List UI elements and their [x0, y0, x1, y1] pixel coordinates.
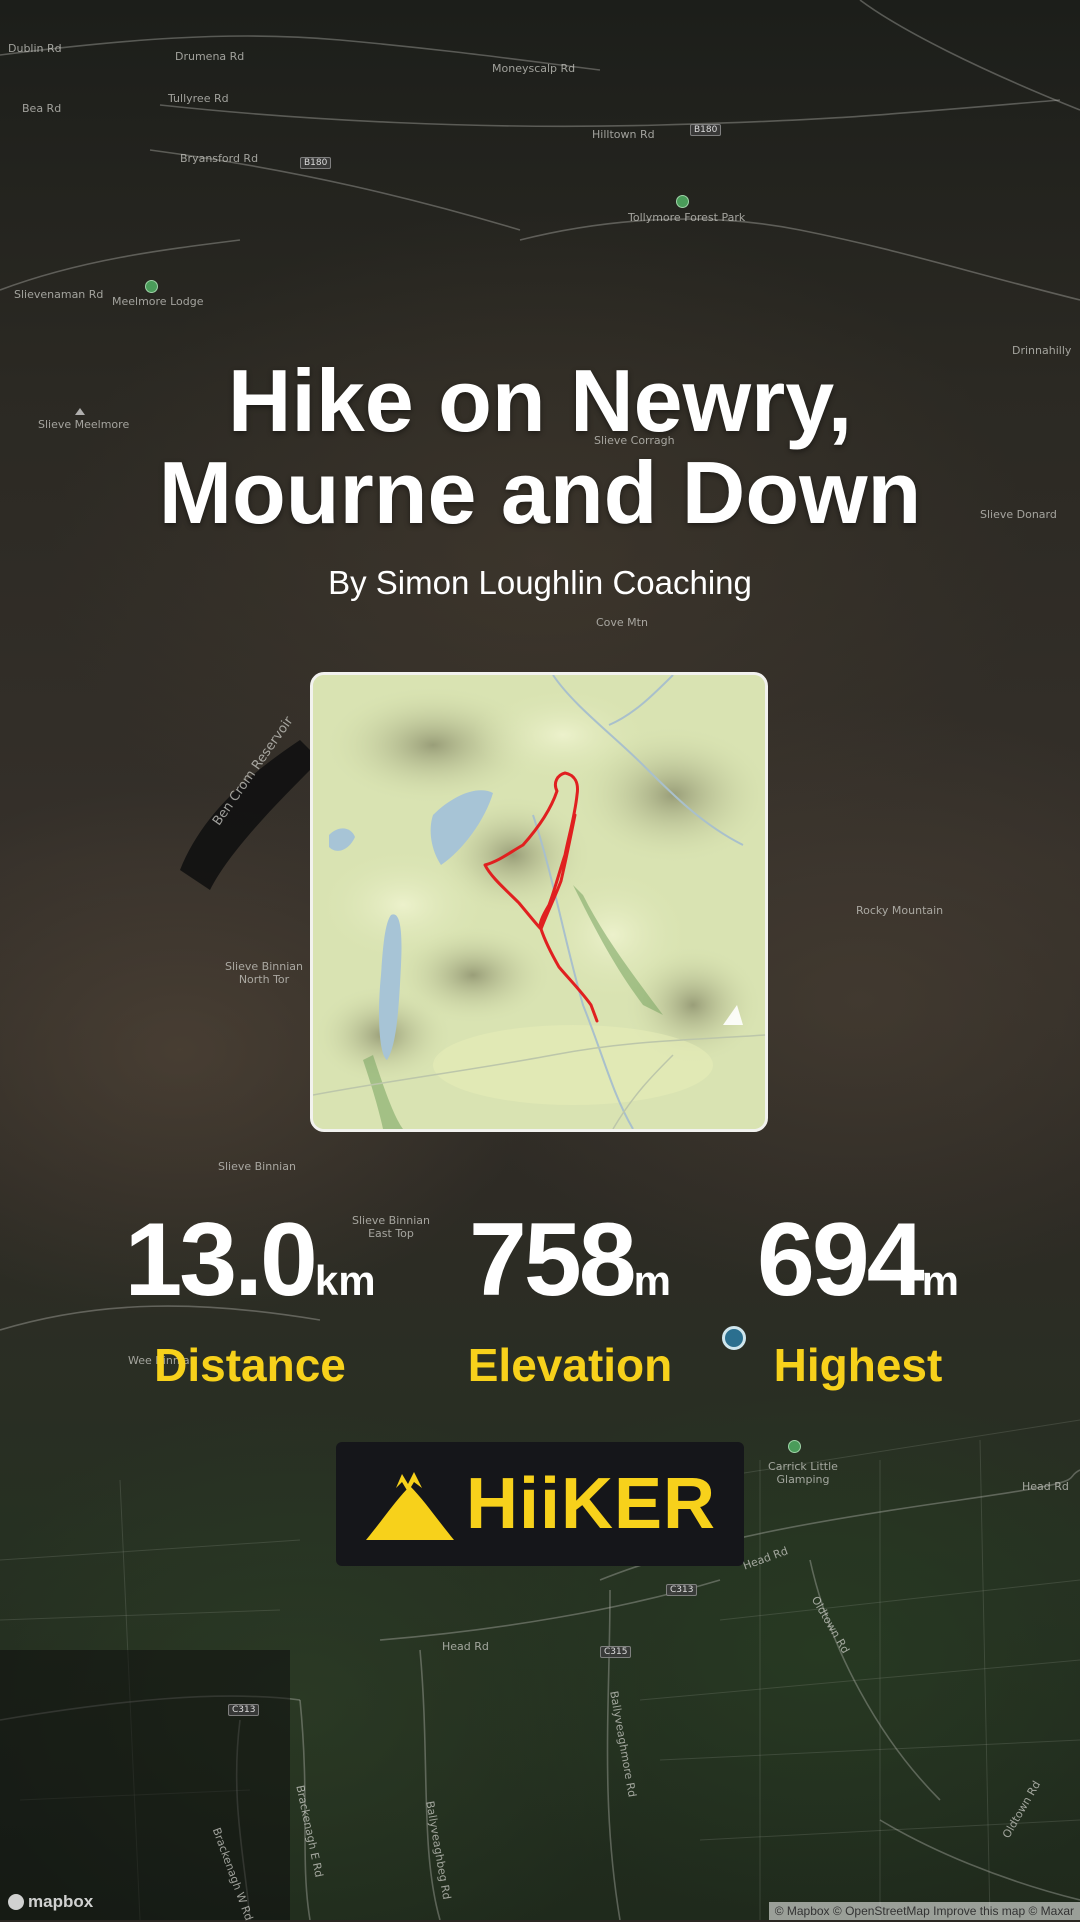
- distance-label: Distance: [154, 1339, 346, 1391]
- peak-label: Slieve Binnian: [218, 1160, 296, 1173]
- route-shield: B180: [300, 157, 332, 169]
- elevation-label: Elevation: [467, 1339, 673, 1391]
- highest-label: Highest: [773, 1339, 943, 1391]
- road-label: Bryansford Rd: [180, 152, 259, 165]
- glamping-icon: [788, 1440, 801, 1453]
- peak-label: Cove Mtn: [596, 616, 648, 629]
- route-shield: C315: [600, 1646, 632, 1658]
- brand-name: HiiKER: [465, 1464, 717, 1544]
- road-label: Head Rd: [1022, 1480, 1069, 1493]
- lodge-icon: [145, 280, 158, 293]
- route-shield: B180: [690, 124, 722, 136]
- hike-title-line-2: Mourne and Down: [158, 443, 922, 542]
- hike-title: Hike on Newry, Mourne and Down: [0, 355, 1080, 539]
- stat-distance: 13.0km Distance: [110, 1205, 390, 1390]
- road-label: Hilltown Rd: [592, 128, 655, 141]
- stat-distance-value-row: 13.0km: [110, 1205, 390, 1336]
- road-label: Slievenaman Rd: [14, 288, 104, 301]
- route-shield: C313: [228, 1704, 260, 1716]
- road-label: Head Rd: [442, 1640, 489, 1653]
- distance-value: 13.0: [124, 1202, 317, 1318]
- map-attribution[interactable]: © Mapbox © OpenStreetMap Improve this ma…: [768, 1902, 1080, 1920]
- stat-elevation-value-row: 758m: [440, 1205, 700, 1336]
- route-preview-map[interactable]: [310, 672, 768, 1132]
- mountain-logo-icon: [365, 1472, 454, 1540]
- poi-label: Carrick Little Glamping: [768, 1460, 838, 1486]
- hike-author: By Simon Loughlin Coaching: [328, 564, 752, 601]
- road-label: Bea Rd: [22, 102, 62, 115]
- hike-title-line-1: Hike on Newry,: [227, 351, 853, 450]
- road-label: Tullyree Rd: [168, 92, 229, 105]
- road-label: Moneyscalp Rd: [492, 62, 576, 75]
- elevation-unit: m: [633, 1257, 671, 1304]
- route-shield: C313: [666, 1584, 698, 1596]
- peak-label: Slieve Binnian North Tor: [225, 960, 303, 986]
- mapbox-logo-text: mapbox: [28, 1892, 94, 1911]
- stat-highest: 694m Highest: [728, 1205, 988, 1390]
- highest-value: 694: [757, 1202, 925, 1318]
- park-icon: [676, 195, 689, 208]
- stat-elevation: 758m Elevation: [440, 1205, 700, 1390]
- route-terrain-map: [313, 675, 765, 1129]
- hiiker-logo[interactable]: HiiKER: [336, 1442, 744, 1566]
- peak-label: Rocky Mountain: [856, 904, 944, 917]
- road-label: Dublin Rd: [8, 42, 62, 55]
- poi-label: Meelmore Lodge: [112, 295, 204, 308]
- poi-label: Tollymore Forest Park: [628, 211, 746, 224]
- highest-unit: m: [921, 1257, 959, 1304]
- elevation-value: 758: [469, 1202, 637, 1318]
- mapbox-icon: [8, 1894, 24, 1910]
- distance-unit: km: [314, 1257, 376, 1304]
- road-label: Drumena Rd: [175, 50, 245, 63]
- stat-highest-value-row: 694m: [728, 1205, 988, 1336]
- mapbox-logo[interactable]: mapbox: [8, 1892, 93, 1912]
